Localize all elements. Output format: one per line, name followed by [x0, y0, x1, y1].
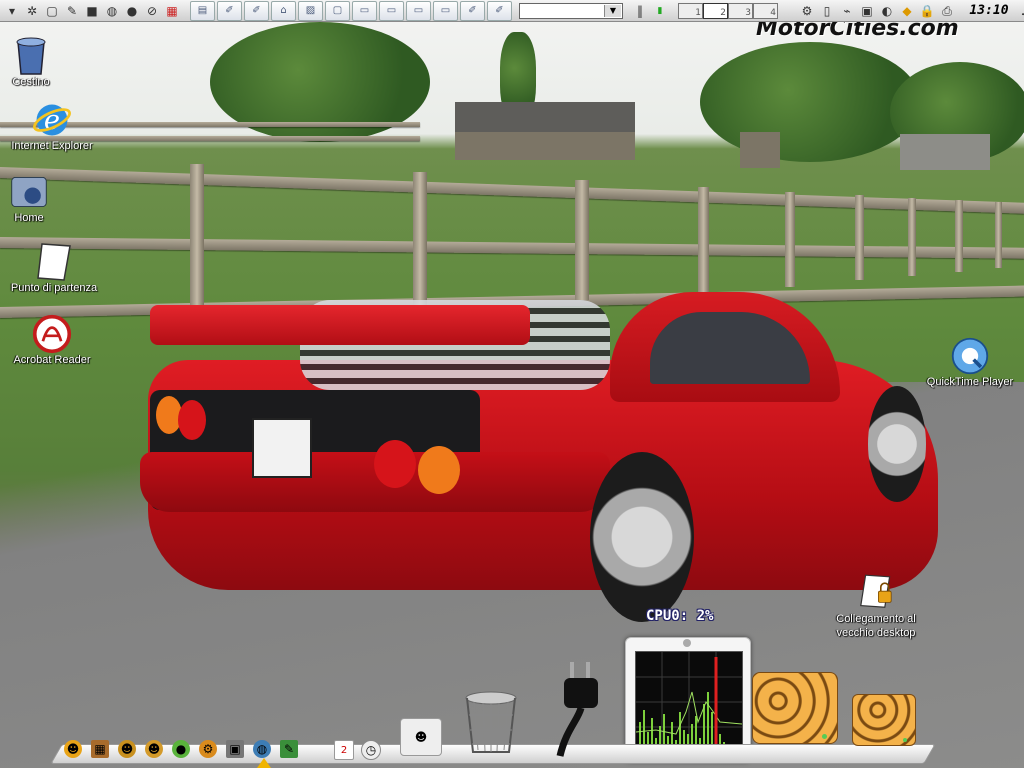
drive-status-light — [903, 738, 907, 742]
grid-icon[interactable]: ▦ — [163, 2, 181, 20]
leopard-face-icon[interactable]: ☻ — [145, 740, 163, 758]
settings-gear-icon[interactable]: ✲ — [23, 2, 41, 20]
pager-desktop-1-label: 1 — [695, 7, 701, 18]
gear-app-icon[interactable]: ⚙ — [199, 740, 217, 758]
klipper-icon[interactable]: ◆ — [898, 2, 916, 20]
taskbar-button[interactable]: ▤ — [190, 0, 215, 21]
taskbar-button[interactable]: ▭ — [433, 0, 458, 21]
pen-app-icon[interactable]: ✎ — [280, 740, 298, 758]
desktop-icon-acrobat-reader[interactable]: Acrobat Reader — [4, 314, 100, 366]
browser-icon[interactable]: ◍ — [103, 2, 121, 20]
taskbar-button[interactable]: ✐ — [487, 0, 512, 21]
terminal-icon[interactable]: ■ — [83, 2, 101, 20]
pager-desktop-2-label: 2 — [720, 7, 726, 18]
network-icon[interactable]: ⚙ — [798, 2, 816, 20]
monitor-icon[interactable]: ▣ — [858, 2, 876, 20]
taskbar-button[interactable]: ✐ — [217, 0, 242, 21]
desktop-wallpaper — [0, 22, 1024, 768]
desktop-icon-internet-explorer[interactable]: e Internet Explorer — [2, 100, 102, 152]
panel-handle-icon[interactable]: ‖ — [631, 2, 649, 20]
cpu-usage-label: CPU0: 2% — [646, 608, 714, 624]
kmenu-icon[interactable]: ▾ — [3, 2, 21, 20]
taskbar-button[interactable]: ▨ — [298, 0, 323, 21]
image-viewer-icon[interactable]: ▦ — [91, 740, 109, 758]
desktop-icon-collegamento[interactable]: Collegamento al vecchio desktop — [820, 572, 932, 640]
pager-desktop-4[interactable]: 4 — [753, 2, 778, 19]
activity-meter-icon: ▮ — [657, 5, 663, 16]
location-combo[interactable]: ▼ — [519, 2, 623, 19]
desktop-icon-punto-di-partenza[interactable]: Punto di partenza — [4, 242, 104, 294]
calendar-icon[interactable]: 2 — [334, 740, 354, 760]
taskbar-button[interactable]: ▭ — [379, 0, 404, 21]
leopard-app-icon[interactable]: ☻ — [118, 740, 136, 758]
taskbar-button[interactable]: ✐ — [244, 0, 269, 21]
desktop-pager: 1 2 3 4 — [678, 2, 778, 19]
desktop-icon-home[interactable]: Home — [4, 172, 54, 224]
quicktime-icon — [950, 336, 990, 376]
notes-icon[interactable]: ♫ — [1016, 2, 1024, 20]
pager-desktop-2[interactable]: 2 — [703, 2, 728, 19]
cpu-graph-svg — [635, 652, 743, 752]
stop-icon[interactable]: ⊘ — [143, 2, 161, 20]
warning-triangle-icon — [257, 758, 271, 768]
home-folder-icon — [9, 172, 49, 212]
taskbar-button[interactable]: ✐ — [460, 0, 485, 21]
desktop-icon-label: Cestino — [12, 76, 50, 88]
top-panel: ▾ ✲ ▢ ✎ ■ ◍ ● ⊘ ▦ ▤ ✐ ✐ ⌂ ▨ ▢ ▭ ▭ ▭ ▭ ✐ … — [0, 0, 1024, 22]
drive-status-light — [822, 734, 827, 739]
pager-desktop-4-label: 4 — [770, 7, 776, 18]
desktop-icon-label: Punto di partenza — [10, 282, 98, 294]
desktop-icon-cestino[interactable]: Cestino — [6, 36, 56, 88]
pager-desktop-1[interactable]: 1 — [678, 2, 703, 19]
cpu-graph — [635, 651, 743, 753]
lock-icon[interactable]: 🔒 — [918, 2, 936, 20]
chevron-down-icon[interactable]: ▼ — [604, 4, 621, 17]
cpu-monitor-knob — [683, 639, 691, 647]
wastebasket-icon[interactable] — [464, 690, 518, 756]
taskbar-button[interactable]: ▭ — [406, 0, 431, 21]
pager-desktop-3-label: 3 — [745, 7, 751, 18]
tools-icon[interactable]: ✎ — [63, 2, 81, 20]
clock-app-icon[interactable]: ◷ — [361, 740, 381, 760]
taskbar-button[interactable]: ⌂ — [271, 0, 296, 21]
leopard-drive-icon[interactable] — [752, 672, 838, 744]
trash-bin-icon — [11, 36, 51, 76]
taskbar-button[interactable]: ▭ — [352, 0, 377, 21]
leopard-drive-icon[interactable] — [852, 694, 916, 746]
power-plug-icon[interactable] — [556, 660, 606, 760]
window-list-icon[interactable]: ▢ — [43, 2, 61, 20]
clock[interactable]: 13:10 — [963, 2, 1015, 20]
taskbar-button[interactable]: ▢ — [325, 0, 350, 21]
globe-app-icon[interactable]: ◍ — [253, 740, 271, 758]
speaker-icon[interactable]: ◐ — [878, 2, 896, 20]
document-icon — [34, 242, 74, 282]
globe-icon[interactable]: ● — [123, 2, 141, 20]
acrobat-reader-icon — [32, 314, 72, 354]
locked-document-icon — [856, 572, 896, 612]
internet-explorer-icon: e — [32, 100, 72, 140]
desktop-icon-quicktime-player[interactable]: QuickTime Player — [918, 336, 1022, 388]
desktop-icon-label: Internet Explorer — [11, 140, 93, 152]
green-ball-icon[interactable]: ● — [172, 740, 190, 758]
pager-desktop-3[interactable]: 3 — [728, 2, 753, 19]
printer-icon[interactable]: ⎙ — [938, 2, 956, 20]
clipboard-icon[interactable]: ▯ — [818, 2, 836, 20]
usb-icon[interactable]: ⌁ — [838, 2, 856, 20]
switch-app-icon[interactable]: ☻ — [400, 718, 442, 756]
finder-icon[interactable]: ☻ — [64, 740, 82, 758]
desktop-icon-label: Collegamento al vecchio desktop — [836, 613, 916, 639]
photo-app-icon[interactable]: ▣ — [226, 740, 244, 758]
desktop-icon-label: Acrobat Reader — [13, 354, 91, 366]
desktop-icon-label: QuickTime Player — [926, 376, 1014, 388]
